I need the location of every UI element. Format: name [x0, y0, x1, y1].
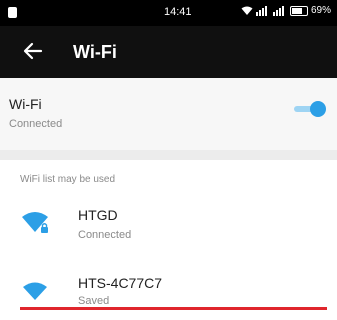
arrow-back-icon[interactable]	[20, 38, 46, 64]
wifi-label: Wi-Fi	[9, 96, 42, 112]
switch-thumb	[310, 101, 326, 117]
network-name: HTS-4C77C7	[78, 275, 163, 291]
battery-level	[291, 7, 302, 14]
status-bar: 14:41 69%	[0, 0, 337, 26]
sim-icon	[8, 7, 17, 18]
page-title: Wi-Fi	[73, 42, 117, 62]
battery-percent: 69%	[310, 5, 331, 16]
list-item[interactable]: HTS-4C77C7 Saved	[0, 262, 337, 320]
status-icons: 69%	[241, 5, 331, 16]
status-time: 14:41	[164, 6, 192, 18]
network-status: Connected	[78, 229, 132, 241]
wifi-toggle-row[interactable]: Wi-Fi Connected	[0, 78, 337, 150]
battery-icon	[289, 5, 308, 16]
wifi-secured-icon	[22, 212, 48, 233]
wifi-status-icon	[241, 6, 253, 15]
list-item[interactable]: HTGD Connected	[0, 196, 337, 254]
wifi-icon	[23, 282, 47, 300]
signal-icon	[255, 5, 267, 16]
app-bar: Wi-Fi	[0, 26, 337, 78]
highlight-underline	[20, 307, 327, 310]
wifi-status: Connected	[9, 118, 63, 130]
signal-2-icon	[272, 5, 284, 16]
section-divider	[0, 150, 337, 160]
network-status: Saved	[78, 295, 110, 307]
wifi-switch[interactable]	[294, 101, 326, 117]
network-name: HTGD	[78, 207, 118, 223]
section-header: WiFi list may be used	[20, 174, 116, 185]
